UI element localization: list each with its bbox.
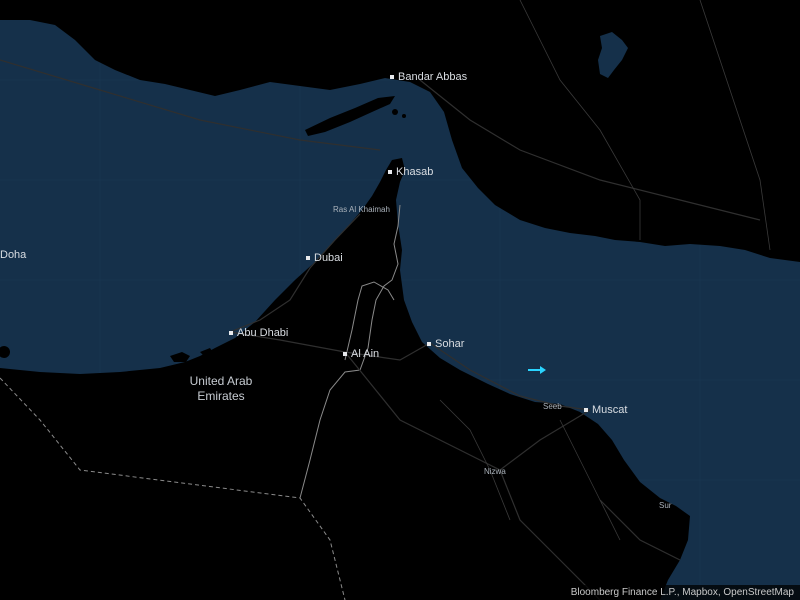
city-label-al-ain[interactable]: Al Ain: [343, 347, 379, 361]
city-name: Muscat: [592, 404, 628, 416]
city-label-dubai[interactable]: Dubai: [306, 251, 343, 265]
place-label-ras-al-khaimah: Ras Al Khaimah: [333, 205, 390, 214]
city-dot-icon: [343, 352, 347, 356]
city-label-muscat[interactable]: Muscat: [584, 403, 627, 417]
city-dot-icon: [306, 256, 310, 260]
city-label-sohar[interactable]: Sohar: [427, 337, 464, 351]
city-name: Doha: [0, 249, 27, 261]
city-label-bandar-abbas[interactable]: Bandar Abbas: [390, 70, 467, 84]
city-name: Abu Dhabi: [237, 327, 289, 339]
country-label-uae: United Arab Emirates: [161, 374, 281, 404]
city-dot-icon: [229, 331, 233, 335]
place-label-seeb: Seeb: [543, 402, 562, 411]
city-name: Al Ain: [351, 348, 380, 360]
city-dot-icon: [390, 75, 394, 79]
map-attribution[interactable]: Bloomberg Finance L.P., Mapbox, OpenStre…: [564, 585, 800, 600]
country-name-line2: Emirates: [197, 389, 245, 403]
city-name: Bandar Abbas: [398, 71, 468, 83]
city-name: Sohar: [435, 338, 465, 350]
city-dot-icon: [427, 342, 431, 346]
map-base: [0, 0, 800, 600]
place-label-sur: Sur: [659, 501, 672, 510]
place-label-nizwa: Nizwa: [484, 467, 506, 476]
city-name: Dubai: [314, 252, 343, 264]
city-dot-icon: [584, 408, 588, 412]
city-dot-icon: [388, 170, 392, 174]
city-label-khasab[interactable]: Khasab: [388, 165, 433, 179]
map-canvas[interactable]: Bandar Abbas Khasab Dubai Abu Dhabi Al A…: [0, 0, 800, 600]
city-name: Khasab: [396, 166, 434, 178]
arrow-right-icon[interactable]: [526, 364, 548, 376]
city-label-doha[interactable]: Doha: [0, 248, 26, 262]
country-name-line1: United Arab: [189, 374, 253, 388]
city-label-abu-dhabi[interactable]: Abu Dhabi: [229, 326, 288, 340]
